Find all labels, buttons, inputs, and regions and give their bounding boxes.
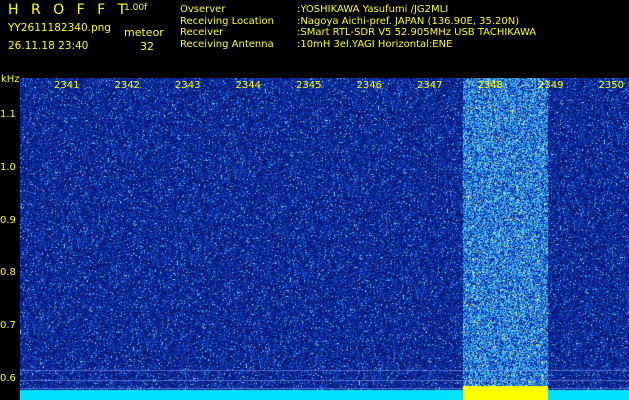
time-label: 2345 (296, 80, 322, 91)
file-datetime: 26.11.18 23:40 (8, 40, 89, 52)
counter-label: meteor (124, 26, 164, 39)
station-info: Ovserver :YOSHIKAWA Yasufumi /JG2MLI Rece… (180, 4, 536, 50)
overseer-label: Ovserver (180, 4, 226, 15)
y-tick-label: 0.8 (0, 267, 16, 279)
counter-value: 32 (140, 40, 154, 53)
location-label: Receiving Location (180, 15, 274, 27)
receiver-label: Receiver (180, 27, 224, 38)
y-tick-label: 1.1 (0, 108, 16, 120)
time-label: 2348 (477, 80, 503, 91)
antenna-value: :10mH 3el.YAGI Horizontal:ENE (297, 38, 453, 50)
time-label: 2346 (356, 80, 382, 91)
file-name: YY2611182340.png (8, 22, 111, 34)
spectrogram-heatmap (20, 78, 629, 400)
time-label: 2343 (175, 80, 201, 91)
time-label: 2349 (538, 80, 564, 91)
y-axis-unit: kHz (1, 74, 20, 85)
time-label: 2347 (417, 80, 443, 91)
overseer-value: :YOSHIKAWA Yasufumi /JG2MLI (297, 4, 449, 15)
time-label: 2350 (598, 80, 624, 91)
y-tick-label: 0.6 (0, 372, 16, 384)
time-label: 2341 (54, 80, 80, 91)
receiver-value: :SMart RTL-SDR V5 52.905MHz USB TACHIKAW… (297, 27, 537, 38)
app-version: 1.00f (124, 3, 148, 13)
y-tick-label: 1.0 (0, 161, 16, 173)
y-tick-label: 0.7 (0, 320, 16, 332)
location-value: :Nagoya Aichi-pref. JAPAN (136.90E, 35.2… (297, 15, 520, 27)
antenna-label: Receiving Antenna (180, 38, 274, 50)
app-title: H R O F F T (8, 2, 131, 18)
time-label: 2344 (235, 80, 261, 91)
y-tick-label: 0.9 (0, 214, 16, 226)
time-label: 2342 (114, 80, 140, 91)
